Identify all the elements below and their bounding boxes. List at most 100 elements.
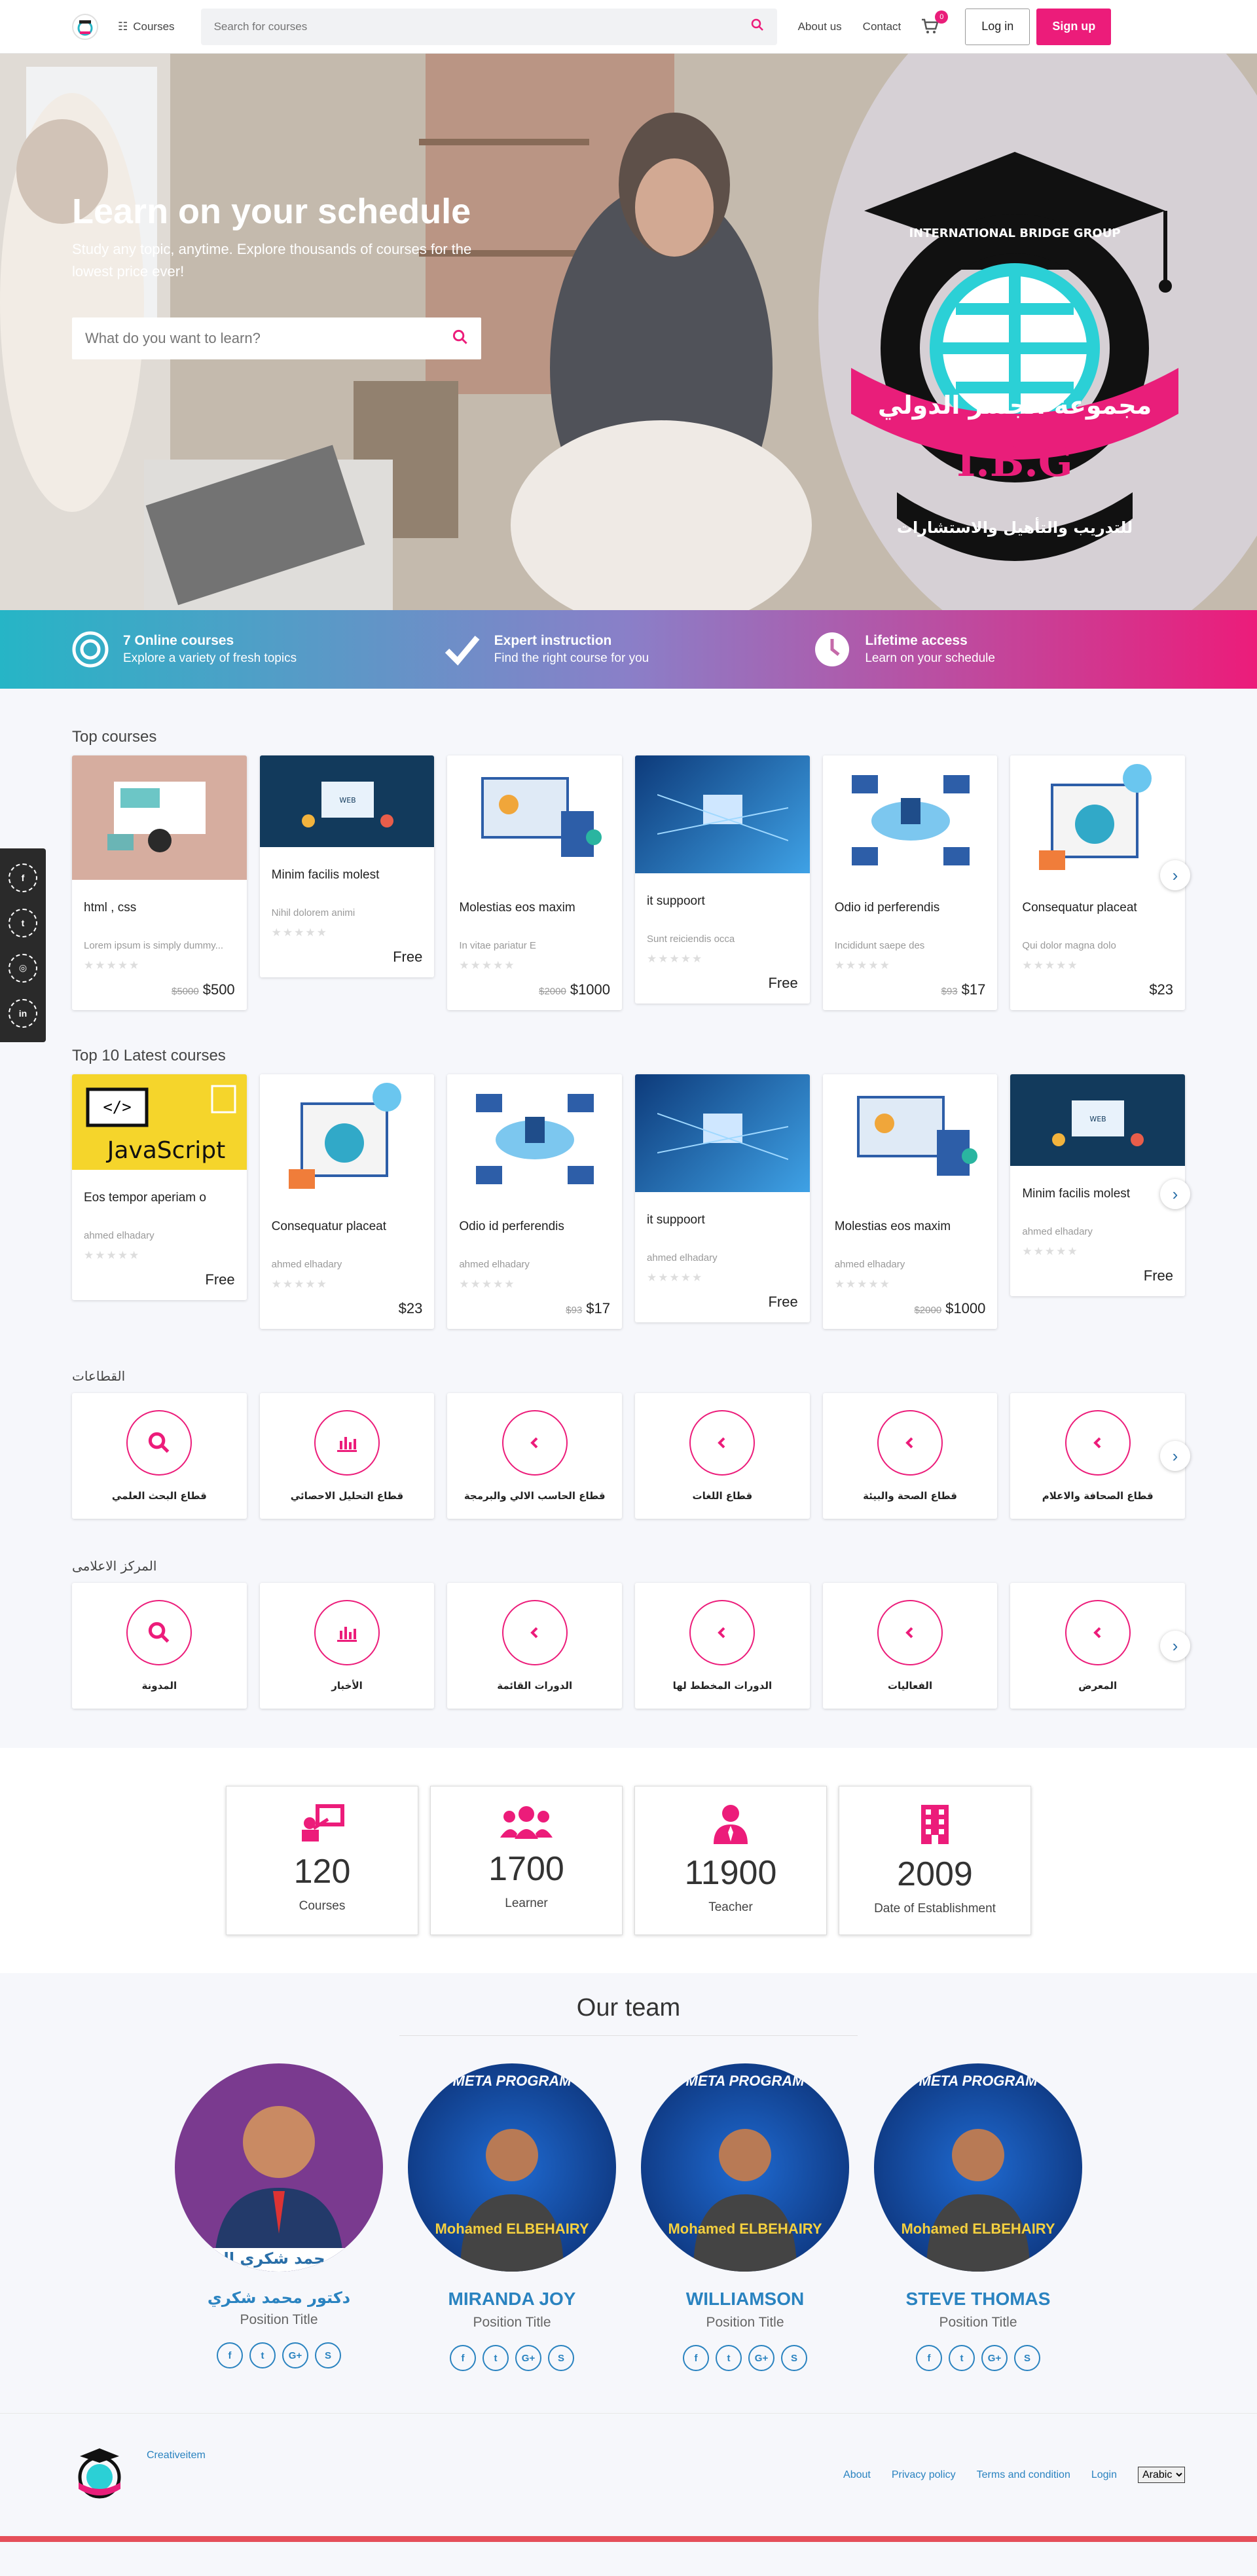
course-card[interactable]: Odio id perferendis ahmed elhadary ★★★★★ $9… (447, 1074, 623, 1329)
carousel-next-button[interactable]: › (1160, 1441, 1190, 1471)
facebook-icon[interactable]: f (9, 863, 37, 892)
facebook-icon[interactable]: f (683, 2345, 709, 2371)
google-plus-icon[interactable]: G+ (748, 2345, 774, 2371)
sector-card[interactable]: قطاع التحليل الاحصائي (259, 1393, 435, 1519)
course-card[interactable]: it suppoort ahmed elhadary ★★★★★ Free (635, 1074, 810, 1322)
chevron-left-icon (689, 1410, 756, 1476)
header-search-bar (200, 8, 777, 45)
google-plus-icon[interactable]: G+ (981, 2345, 1008, 2371)
twitter-icon[interactable]: t (249, 2342, 276, 2368)
footer-brand[interactable]: Creativeitem (147, 2450, 206, 2461)
site-logo[interactable] (72, 13, 98, 40)
checkmark-icon (445, 636, 480, 666)
course-card[interactable]: WEB Minim facilis molest Nihil dolorem an… (259, 755, 435, 977)
twitter-icon[interactable]: t (716, 2345, 742, 2371)
course-title: Odio id perferendis (459, 1220, 564, 1233)
stat-card-learners: 1700 Learner (430, 1786, 623, 1935)
course-card[interactable]: Consequatur placeat Qui dolor magna dolo ★… (1010, 755, 1186, 1010)
course-title: Odio id perferendis (834, 901, 940, 915)
courses-menu-link[interactable]: ☷ Courses (118, 20, 175, 33)
sector-card[interactable]: قطاع الحاسب الالي والبرمجة (447, 1393, 623, 1519)
carousel-next-button[interactable]: › (1160, 1179, 1190, 1209)
header-search-input[interactable] (213, 20, 712, 33)
rating-stars: ★★★★★ (1022, 1245, 1079, 1258)
skype-icon[interactable]: S (548, 2345, 574, 2371)
contact-link[interactable]: Contact (863, 20, 902, 33)
facebook-icon[interactable]: f (450, 2345, 476, 2371)
course-card[interactable]: Consequatur placeat ahmed elhadary ★★★★★ $2… (259, 1074, 435, 1329)
member-photo: META PROGRAM Mohamed ELBEHAIRY (641, 2063, 849, 2272)
course-card[interactable]: it suppoort Sunt reiciendis occa ★★★★★ Free (635, 755, 810, 1004)
sector-card[interactable]: قطاع الصحافة والاعلام (1010, 1393, 1186, 1519)
building-icon (921, 1805, 949, 1844)
course-card[interactable]: Molestias eos maxim ahmed elhadary ★★★★★ $2… (822, 1074, 998, 1329)
stat-label: Date of Establishment (874, 1902, 996, 1915)
media-card[interactable]: المدونة (72, 1583, 247, 1709)
language-select[interactable]: Arabic (1138, 2467, 1185, 2483)
sector-card[interactable]: قطاع البحث العلمي (72, 1393, 247, 1519)
skype-icon[interactable]: S (1014, 2345, 1040, 2371)
hero-search-icon[interactable] (452, 329, 468, 348)
current-price: $17 (586, 1300, 611, 1316)
carousel-next-button[interactable]: › (1160, 860, 1190, 890)
hero-banner: مجموعة الجسر الدولي I.B.G للتدريب والتأه… (0, 54, 1257, 610)
presentation-icon (302, 1804, 344, 1841)
course-card[interactable]: Odio id perferendis Incididunt saepe des ★… (822, 755, 998, 1010)
course-desc: Nihil dolorem animi (271, 907, 355, 918)
media-card[interactable]: الدورات المخطط لها (635, 1583, 810, 1709)
search-icon (126, 1600, 192, 1665)
skype-icon[interactable]: S (781, 2345, 807, 2371)
footer-terms-link[interactable]: Terms and condition (977, 2469, 1070, 2481)
footer-login-link[interactable]: Login (1091, 2469, 1117, 2481)
member-photo-caption: META PROGRAM (685, 2073, 805, 2089)
sector-label: قطاع الحاسب الالي والبرمجة (464, 1490, 606, 1502)
course-price: $93 $17 (835, 981, 986, 998)
media-card[interactable]: الفعاليات (822, 1583, 998, 1709)
sector-label: قطاع الصحة والبيئة (863, 1490, 957, 1502)
footer-about-link[interactable]: About (843, 2469, 871, 2481)
courses-menu-label: Courses (133, 20, 175, 33)
instagram-icon[interactable]: ◎ (9, 953, 37, 983)
linkedin-icon[interactable]: in (9, 998, 37, 1028)
current-price: $1000 (570, 981, 611, 998)
media-card[interactable]: المعرض (1010, 1583, 1186, 1709)
feature-expert-instruction: Expert instruction Find the right course … (443, 631, 814, 668)
carousel-next-button[interactable]: › (1160, 1631, 1190, 1661)
member-photo-caption: META PROGRAM (452, 2073, 572, 2089)
svg-text:JavaScript: JavaScript (106, 1137, 225, 1164)
course-title: Consequatur placeat (1022, 901, 1137, 915)
course-card[interactable]: html , css Lorem ipsum is simply dummy...… (72, 755, 247, 1010)
course-price: Free (272, 949, 422, 966)
twitter-icon[interactable]: t (949, 2345, 975, 2371)
course-card[interactable]: Molestias eos maxim In vitae pariatur E ★★… (447, 755, 623, 1010)
media-card[interactable]: الأخبار (259, 1583, 435, 1709)
cart-button[interactable]: 0 (920, 10, 949, 37)
sector-card[interactable]: قطاع الصحة والبيئة (822, 1393, 998, 1519)
sector-card[interactable]: قطاع اللغات (635, 1393, 810, 1519)
menu-grid-icon: ☷ (118, 20, 128, 33)
twitter-icon[interactable]: t (483, 2345, 509, 2371)
old-price: $5000 (172, 986, 199, 997)
google-plus-icon[interactable]: G+ (282, 2342, 308, 2368)
signup-button[interactable]: Sign up (1036, 8, 1112, 45)
footer-privacy-link[interactable]: Privacy policy (892, 2469, 956, 2481)
course-thumbnail (447, 755, 623, 880)
facebook-icon[interactable]: f (217, 2342, 243, 2368)
google-plus-icon[interactable]: G+ (515, 2345, 541, 2371)
skype-icon[interactable]: S (315, 2342, 341, 2368)
about-us-link[interactable]: About us (798, 20, 842, 33)
member-socials: f t G+ S (217, 2342, 341, 2368)
login-button[interactable]: Log in (965, 8, 1030, 45)
twitter-icon[interactable]: t (9, 908, 37, 937)
course-thumbnail (635, 755, 810, 873)
hero-search-input[interactable] (85, 330, 426, 347)
footer-logo[interactable] (72, 2446, 127, 2504)
course-author: ahmed elhadary (84, 1230, 155, 1241)
media-card[interactable]: الدورات القائمة (447, 1583, 623, 1709)
facebook-icon[interactable]: f (916, 2345, 942, 2371)
feature-subtitle: Explore a variety of fresh topics (123, 651, 297, 665)
search-icon[interactable] (751, 18, 764, 35)
course-card[interactable]: WEB Minim facilis molest ahmed elhadary ★★… (1010, 1074, 1186, 1296)
old-price: $2000 (539, 986, 566, 997)
course-card[interactable]: </> JavaScript Eos tempor aperiam o ahmed … (72, 1074, 247, 1300)
